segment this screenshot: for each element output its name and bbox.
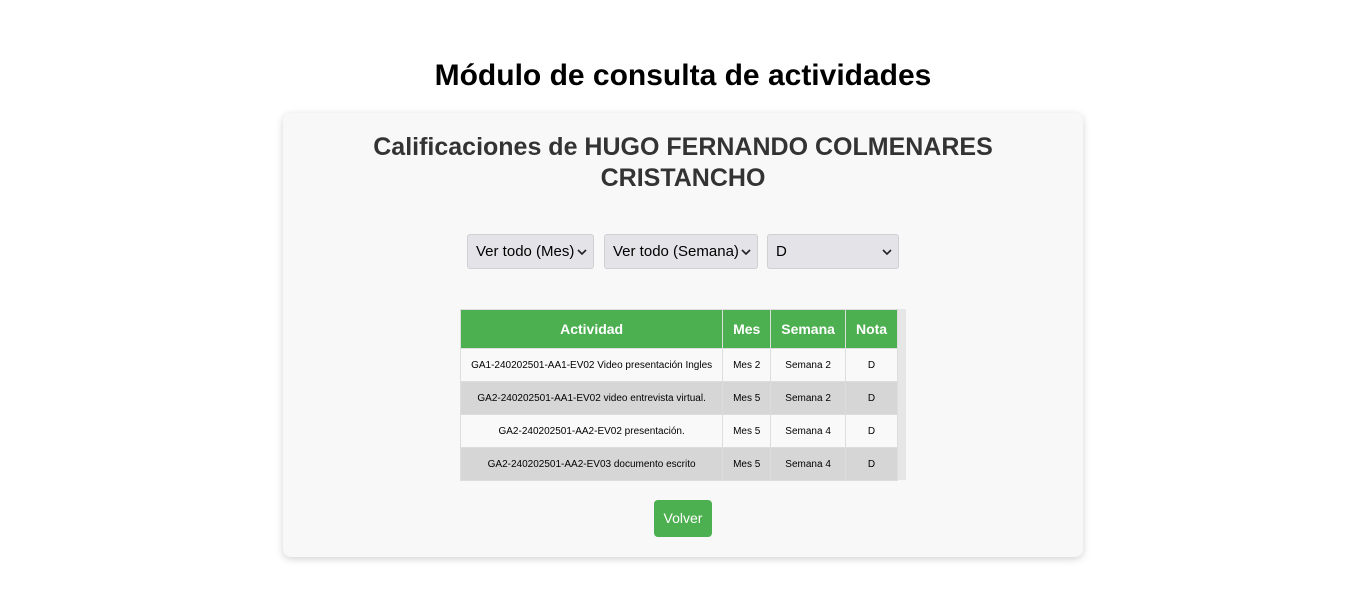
- table-row: GA2-240202501-AA2-EV02 presentación. Mes…: [459, 414, 898, 448]
- cell-semana: Semana 2: [770, 348, 847, 382]
- cell-nota: D: [845, 381, 898, 415]
- cell-semana: Semana 4: [770, 414, 847, 448]
- grades-table-container: Actividad Mes Semana Nota GA1-240202501-…: [459, 309, 906, 481]
- week-filter-select[interactable]: Ver todo (Semana): [604, 234, 758, 269]
- card-title-line-1: Calificaciones de HUGO FERNANDO COLMENAR…: [373, 133, 993, 161]
- card-title-line-2: CRISTANCHO: [600, 164, 766, 192]
- grades-table: Actividad Mes Semana Nota GA1-240202501-…: [459, 309, 898, 481]
- chevron-down-icon: [577, 249, 587, 256]
- card-title: Calificaciones de HUGO FERNANDO COLMENAR…: [283, 132, 1083, 194]
- cell-nota: D: [845, 447, 898, 481]
- cell-mes: Mes 5: [722, 414, 772, 448]
- cell-nota: D: [845, 414, 898, 448]
- header-actividad: Actividad: [459, 309, 724, 349]
- table-row: GA1-240202501-AA1-EV02 Video presentació…: [459, 348, 898, 382]
- week-filter-value: Ver todo (Semana): [613, 243, 739, 260]
- cell-actividad: GA2-240202501-AA1-EV02 video entrevista …: [459, 381, 724, 415]
- cell-semana: Semana 4: [770, 447, 847, 481]
- cell-actividad: GA2-240202501-AA2-EV03 documento escrito: [459, 447, 724, 481]
- table-row: GA2-240202501-AA2-EV03 documento escrito…: [459, 447, 898, 481]
- table-header-row: Actividad Mes Semana Nota: [459, 309, 898, 349]
- grade-filter-value: D: [776, 243, 787, 260]
- cell-mes: Mes 2: [722, 348, 772, 382]
- cell-actividad: GA2-240202501-AA2-EV02 presentación.: [459, 414, 724, 448]
- header-mes: Mes: [722, 309, 772, 349]
- header-nota: Nota: [845, 309, 898, 349]
- month-filter-value: Ver todo (Mes): [476, 243, 575, 260]
- cell-mes: Mes 5: [722, 381, 772, 415]
- cell-semana: Semana 2: [770, 381, 847, 415]
- grade-filter-select[interactable]: D: [767, 234, 899, 269]
- chevron-down-icon: [741, 249, 751, 256]
- cell-nota: D: [845, 348, 898, 382]
- cell-actividad: GA1-240202501-AA1-EV02 Video presentació…: [459, 348, 724, 382]
- month-filter-select[interactable]: Ver todo (Mes): [467, 234, 594, 269]
- page-title: Módulo de consulta de actividades: [434, 59, 932, 92]
- cell-mes: Mes 5: [722, 447, 772, 481]
- table-row: GA2-240202501-AA1-EV02 video entrevista …: [459, 381, 898, 415]
- header-semana: Semana: [770, 309, 847, 349]
- back-button[interactable]: Volver: [654, 500, 712, 537]
- grades-card: Calificaciones de HUGO FERNANDO COLMENAR…: [283, 113, 1083, 557]
- chevron-down-icon: [882, 249, 892, 256]
